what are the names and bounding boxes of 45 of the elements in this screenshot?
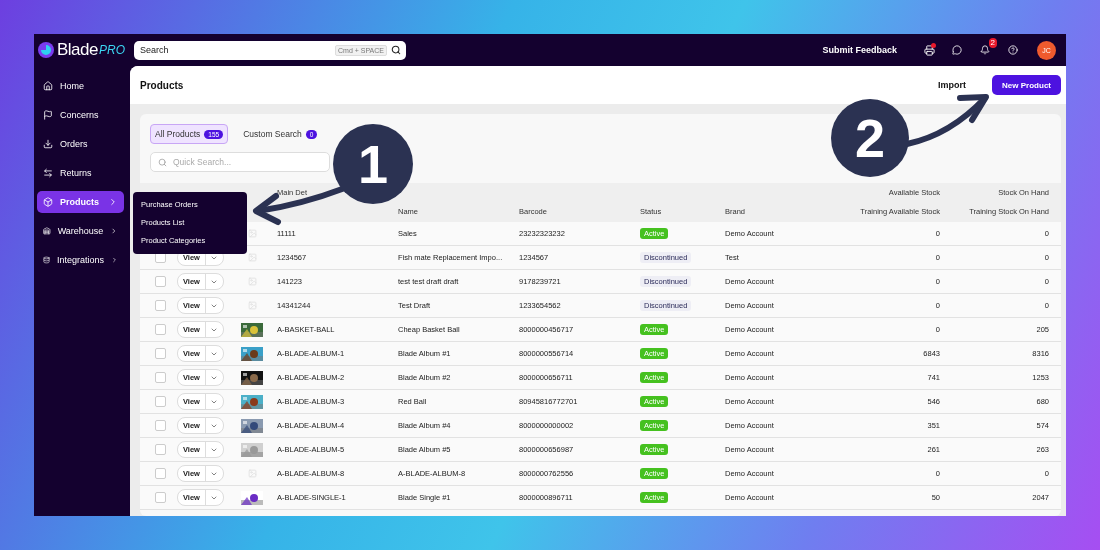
nav-icon: [43, 255, 50, 265]
row-checkbox[interactable]: [155, 420, 166, 431]
brand-suffix: PRO: [99, 43, 125, 57]
nav-item[interactable]: Home: [37, 75, 124, 97]
notification-count: 2: [988, 38, 997, 48]
nav-icon: [43, 197, 53, 207]
search-icon: [158, 157, 167, 167]
row-checkbox[interactable]: [155, 276, 166, 287]
search-icon[interactable]: [391, 45, 401, 55]
row-checkbox[interactable]: [155, 444, 166, 455]
nav-item[interactable]: Returns: [37, 162, 124, 184]
nav-item[interactable]: Products: [37, 191, 124, 213]
row-checkbox[interactable]: [155, 396, 166, 407]
row-checkbox[interactable]: [155, 492, 166, 503]
import-button[interactable]: Import: [932, 79, 973, 91]
quick-search-bar[interactable]: Quick Search...: [150, 152, 330, 172]
image-placeholder-icon: [247, 229, 257, 238]
bell-icon[interactable]: [980, 45, 990, 55]
image-placeholder-icon: [247, 469, 257, 478]
page-title: Products: [140, 79, 185, 91]
help-icon[interactable]: [1008, 45, 1018, 55]
nav-item[interactable]: Integrations: [37, 249, 124, 271]
nav-icon: [43, 226, 51, 236]
logo-icon: [38, 42, 54, 58]
brand-name: Blade: [57, 40, 98, 60]
image-placeholder-icon: [247, 277, 257, 286]
image-placeholder-icon: [247, 253, 257, 262]
image-placeholder-icon: [247, 301, 257, 310]
nav-icon: [43, 110, 53, 120]
row-checkbox[interactable]: [155, 468, 166, 479]
quick-search-field[interactable]: Quick Search...: [173, 157, 322, 167]
nav-item[interactable]: Orders: [37, 133, 124, 155]
nav-icon: [43, 81, 53, 91]
row-checkbox[interactable]: [155, 300, 166, 311]
nav-icon: [43, 139, 53, 149]
nav-item[interactable]: Warehouse: [37, 220, 124, 242]
row-checkbox[interactable]: [155, 348, 166, 359]
nav-icon: [43, 168, 53, 178]
row-checkbox[interactable]: [155, 372, 166, 383]
nav-item[interactable]: Concerns: [37, 104, 124, 126]
feedback-link[interactable]: Submit Feedback: [822, 45, 897, 55]
row-checkbox[interactable]: [155, 324, 166, 335]
new-product-button[interactable]: New Product: [992, 75, 1061, 95]
printer-icon[interactable]: [923, 44, 935, 56]
chat-icon[interactable]: [952, 45, 962, 55]
